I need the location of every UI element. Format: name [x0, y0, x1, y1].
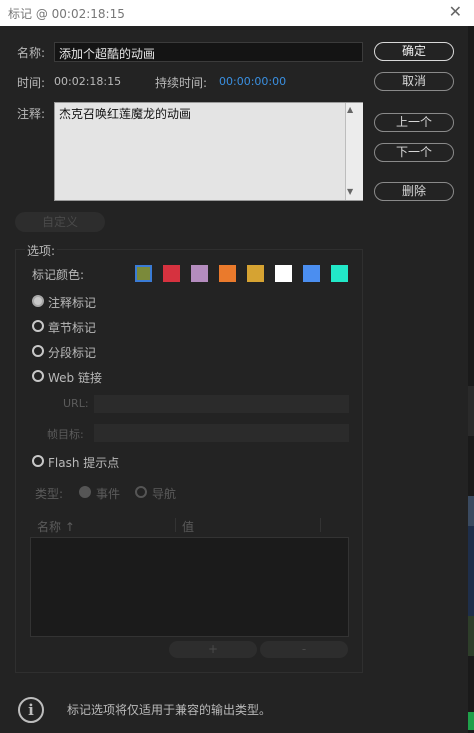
custom-button[interactable]: 自定义 — [15, 212, 105, 232]
add-cue-button[interactable]: + — [169, 641, 257, 658]
comment-text: 杰克召唤红莲魔龙的动画 — [59, 107, 192, 121]
footer-note: 标记选项将仅适用于兼容的输出类型。 — [67, 703, 272, 717]
previous-button[interactable]: 上一个 — [374, 113, 454, 132]
cancel-button[interactable]: 取消 — [374, 72, 454, 91]
comment-marker-label: 注释标记 — [48, 296, 97, 310]
time-label: 时间: — [17, 76, 46, 90]
duration-value[interactable]: 00:00:00:00 — [219, 75, 286, 88]
color-swatch-olive[interactable] — [135, 265, 152, 282]
background-window-edge — [468, 26, 474, 733]
radio-flash-cue[interactable] — [32, 455, 44, 467]
flash-cue-label: Flash 提示点 — [48, 456, 120, 470]
scroll-down-icon[interactable]: ▼ — [347, 187, 353, 196]
comment-label: 注释: — [17, 107, 46, 121]
color-swatch-yellow[interactable] — [247, 265, 264, 282]
name-label: 名称: — [17, 46, 46, 60]
close-icon[interactable]: ✕ — [449, 2, 462, 21]
delete-button[interactable]: 删除 — [374, 182, 454, 201]
url-label: URL: — [63, 397, 89, 410]
cue-point-list[interactable] — [30, 537, 349, 637]
comment-scrollbar[interactable]: ▲ ▼ — [345, 103, 363, 200]
color-swatch-white[interactable] — [275, 265, 292, 282]
segment-marker-label: 分段标记 — [48, 346, 97, 360]
frame-target-label: 帧目标: — [47, 428, 84, 441]
column-divider — [175, 518, 176, 532]
frame-target-input[interactable] — [94, 424, 349, 442]
next-button[interactable]: 下一个 — [374, 143, 454, 162]
title-bar: 标记 @ 00:02:18:15 ✕ — [0, 0, 474, 26]
time-value: 00:02:18:15 — [54, 75, 122, 88]
column-name-header[interactable]: 名称 ↑ — [37, 518, 75, 535]
sort-ascending-icon: ↑ — [64, 520, 75, 534]
color-swatch-red[interactable] — [163, 265, 180, 282]
navigation-label: 导航 — [152, 487, 177, 501]
kind-label: 类型: — [35, 487, 64, 501]
radio-event[interactable] — [79, 486, 91, 498]
color-swatch-cyan[interactable] — [331, 265, 348, 282]
name-input[interactable]: 添加个超酷的动画 — [54, 42, 363, 62]
column-value-header[interactable]: 值 — [182, 518, 194, 535]
window-title: 标记 @ 00:02:18:15 — [8, 7, 125, 21]
color-swatch-lavender[interactable] — [191, 265, 208, 282]
web-link-label: Web 链接 — [48, 371, 102, 385]
comment-textarea[interactable]: 杰克召唤红莲魔龙的动画 — [54, 102, 363, 201]
radio-chapter-marker[interactable] — [32, 320, 44, 332]
radio-navigation[interactable] — [135, 486, 147, 498]
url-input[interactable] — [94, 395, 349, 413]
marker-color-label: 标记颜色: — [32, 268, 85, 282]
options-legend: 选项: — [25, 242, 58, 259]
chapter-marker-label: 章节标记 — [48, 321, 97, 335]
color-swatch-blue[interactable] — [303, 265, 320, 282]
column-divider — [320, 518, 321, 532]
radio-segment-marker[interactable] — [32, 345, 44, 357]
event-label: 事件 — [96, 487, 121, 501]
radio-comment-marker[interactable] — [32, 295, 44, 307]
remove-cue-button[interactable]: - — [260, 641, 348, 658]
radio-web-link[interactable] — [32, 370, 44, 382]
info-icon: i — [18, 697, 44, 723]
ok-button[interactable]: 确定 — [374, 42, 454, 61]
color-swatch-orange[interactable] — [219, 265, 236, 282]
duration-label: 持续时间: — [155, 76, 208, 90]
scroll-up-icon[interactable]: ▲ — [347, 105, 353, 114]
column-name-label: 名称 — [37, 520, 62, 534]
